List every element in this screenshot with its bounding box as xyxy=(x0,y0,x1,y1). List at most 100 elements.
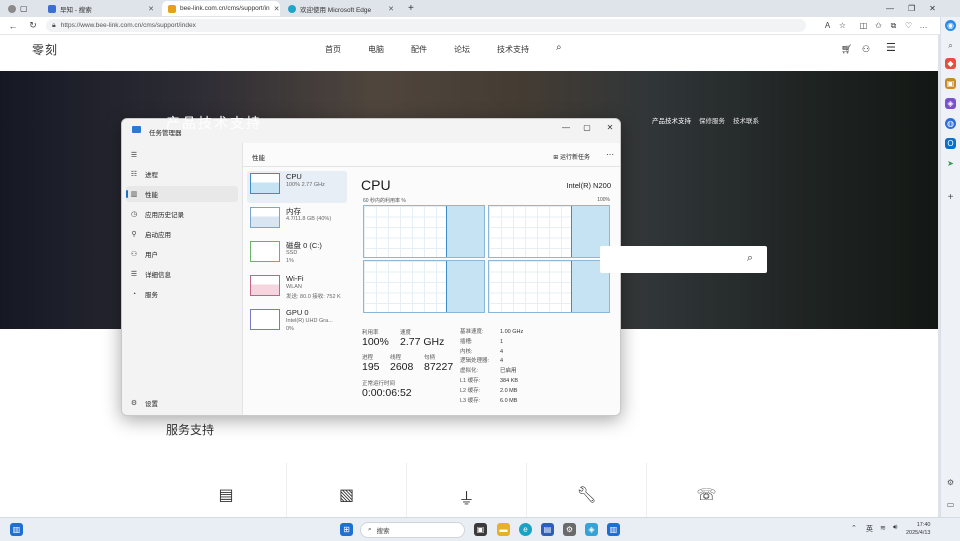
tab-edge-welcome[interactable]: 欢迎使用 Microsoft Edge ✕ xyxy=(282,1,400,16)
favorites-icon[interactable]: ✩ xyxy=(871,21,886,30)
hide-sidebar-icon[interactable]: ▭ xyxy=(945,499,956,510)
close-tab-icon[interactable]: ✕ xyxy=(148,5,154,13)
sidebar-settings-icon[interactable]: ⚙ xyxy=(945,477,956,488)
sidebar-item-details[interactable]: ☰ 详细信息 xyxy=(126,266,238,282)
perf-item-4[interactable]: GPU 0 Intel(R) UHD Gra... 0% xyxy=(247,307,347,339)
nav-home[interactable]: 首页 xyxy=(325,44,341,55)
tm-maximize-icon[interactable]: ▢ xyxy=(580,123,594,132)
task-manager-taskbar-icon[interactable]: ▥ xyxy=(607,523,620,536)
widgets-icon[interactable]: ▥ xyxy=(10,523,23,536)
refresh-icon[interactable]: ↻ xyxy=(26,20,40,31)
profile-avatar-icon xyxy=(8,4,16,13)
cpu-detail-key: 逻辑处理器: xyxy=(460,358,490,365)
profile-button[interactable]: ▢ xyxy=(2,1,40,16)
hero-link-warranty[interactable]: 保修服务 xyxy=(699,115,725,125)
microsoft-365-icon[interactable]: ◍ xyxy=(945,118,956,129)
pinned-app-icon[interactable]: ◈ xyxy=(585,523,598,536)
add-sidebar-app-icon[interactable]: + xyxy=(945,192,956,203)
nav-support[interactable]: 技术支持 xyxy=(497,44,529,55)
close-tab-icon[interactable]: ✕ xyxy=(388,5,394,13)
hamburger-menu-icon[interactable]: ☰ xyxy=(886,41,896,54)
hero-link-contact[interactable]: 技术联系 xyxy=(733,115,759,125)
back-icon[interactable]: ← xyxy=(6,21,20,31)
taskbar-search-input[interactable]: ⌕ 搜索 xyxy=(360,522,465,538)
user-icon[interactable]: ⚇ xyxy=(862,44,870,55)
support-search-input[interactable]: ⌕ xyxy=(600,246,767,273)
tm-minimize-icon[interactable]: — xyxy=(559,123,573,132)
new-tab-button[interactable]: + xyxy=(402,1,416,16)
service-card-5[interactable]: ☏ xyxy=(646,463,766,517)
task-view-icon[interactable]: ▣ xyxy=(474,523,487,536)
collections-icon[interactable]: ⧉ xyxy=(886,21,901,31)
perf-item-sub: WLAN xyxy=(286,284,302,290)
system-clock[interactable]: 17:40 2025/4/13 xyxy=(906,521,930,537)
close-tab-icon[interactable]: ✕ xyxy=(274,5,280,13)
hamburger-icon[interactable]: ☰ xyxy=(126,147,238,163)
minimize-icon[interactable]: — xyxy=(886,4,894,13)
shopping-icon[interactable]: ◆ xyxy=(945,58,956,69)
perf-item-1[interactable]: 内存 4.7/11.8 GB (40%) xyxy=(247,205,347,237)
wifi-icon[interactable]: ≋ xyxy=(880,524,886,532)
drop-icon[interactable]: ➤ xyxy=(945,158,956,169)
read-aloud-icon[interactable]: A xyxy=(820,21,835,30)
taskbar: ▥ ⊞ ⌕ 搜索 ▣ ▬ e ▤ ⚙ ◈ ▥ ⌃ 英 ≋ 🔊︎ 17:40 20… xyxy=(0,517,960,541)
search-icon[interactable]: ⌕ xyxy=(945,40,956,51)
service-card-2[interactable]: ▧ xyxy=(286,463,406,517)
tools-icon[interactable]: ▣ xyxy=(945,78,956,89)
history-icon: ◷ xyxy=(130,211,138,218)
outlook-icon[interactable]: O xyxy=(945,138,956,149)
close-window-icon[interactable]: ✕ xyxy=(929,4,936,13)
sidebar-item-users[interactable]: ⚇ 用户 xyxy=(126,246,238,262)
browser-essentials-icon[interactable]: ♡ xyxy=(901,21,916,30)
copilot-icon[interactable]: ◉ xyxy=(945,20,956,31)
file-explorer-icon[interactable]: ▬ xyxy=(497,523,510,536)
sidebar-item-history[interactable]: ◷ 应用历史记录 xyxy=(126,206,238,222)
tab-beelink[interactable]: bee-link.com.cn/cms/support/in ✕ xyxy=(162,1,280,16)
edge-browser-icon[interactable]: e xyxy=(519,523,532,536)
stat-label: 线程 xyxy=(390,355,402,361)
favorite-star-icon[interactable]: ☆ xyxy=(835,21,850,30)
tray-overflow-icon[interactable]: ⌃ xyxy=(851,524,857,532)
service-card-3[interactable]: ⏚ xyxy=(406,463,526,517)
input-language[interactable]: 英 xyxy=(866,524,873,534)
window-controls: — ❐ ✕ xyxy=(880,1,960,16)
sidebar-item-startup[interactable]: ⚲ 启动应用 xyxy=(126,226,238,242)
tab-search[interactable]: 早知 - 搜索 ✕ xyxy=(42,1,160,16)
nav-computers[interactable]: 电脑 xyxy=(368,44,384,55)
restore-icon[interactable]: ❐ xyxy=(908,4,915,13)
perf-item-0[interactable]: CPU 100% 2.77 GHz xyxy=(247,171,347,203)
more-options-icon[interactable]: ⋯ xyxy=(606,150,614,159)
nav-forum[interactable]: 论坛 xyxy=(454,44,470,55)
run-task-label: 运行新任务 xyxy=(559,155,590,161)
settings-item[interactable]: ⚙ 设置 xyxy=(126,395,238,411)
service-card-1[interactable]: ▤ xyxy=(166,463,286,517)
run-new-task-button[interactable]: ⊞ 运行新任务 xyxy=(553,152,590,161)
settings-app-icon[interactable]: ⚙ xyxy=(563,523,576,536)
perf-item-2[interactable]: 磁盘 0 (C:) SSD 1% xyxy=(247,239,347,271)
url-input[interactable]: 🔒︎ https://www.bee-link.com.cn/cms/suppo… xyxy=(46,19,806,32)
util-max: 100% xyxy=(597,197,610,203)
start-windows-icon[interactable]: ⊞ xyxy=(340,523,353,536)
cart-icon[interactable]: 🛒︎ xyxy=(841,44,852,55)
hero-link-support[interactable]: 产品技术支持 xyxy=(652,115,691,125)
volume-icon[interactable]: 🔊︎ xyxy=(893,524,897,532)
divider xyxy=(243,166,620,167)
perf-item-3[interactable]: Wi-Fi WLAN 发送: 80.0 接收: 752 K xyxy=(247,273,347,305)
games-icon[interactable]: ◈ xyxy=(945,98,956,109)
store-icon[interactable]: ▤ xyxy=(541,523,554,536)
sidebar-item-services[interactable]: ◔ 服务 xyxy=(126,286,238,302)
support-search-icon[interactable]: ⌕ xyxy=(747,252,753,265)
split-screen-icon[interactable]: ◫ xyxy=(856,21,871,30)
nav-accessories[interactable]: 配件 xyxy=(411,44,427,55)
sidebar-item-performance[interactable]: ▥ 性能 xyxy=(126,186,238,202)
site-search-icon[interactable]: ⌕ xyxy=(556,42,562,53)
tab-list-icon[interactable]: ▢ xyxy=(20,4,28,13)
sidebar-item-label: 用户 xyxy=(145,252,158,259)
service-card-4[interactable]: 🔧︎ xyxy=(526,463,646,517)
more-menu-icon[interactable]: … xyxy=(916,21,931,30)
perf-item-title: Wi-Fi xyxy=(286,274,304,283)
site-logo[interactable]: 零刻 xyxy=(32,41,58,58)
tm-close-icon[interactable]: ✕ xyxy=(603,123,617,132)
perf-item-sub: 4.7/11.8 GB (40%) xyxy=(286,216,332,222)
sidebar-item-processes[interactable]: ☷ 进程 xyxy=(126,166,238,182)
